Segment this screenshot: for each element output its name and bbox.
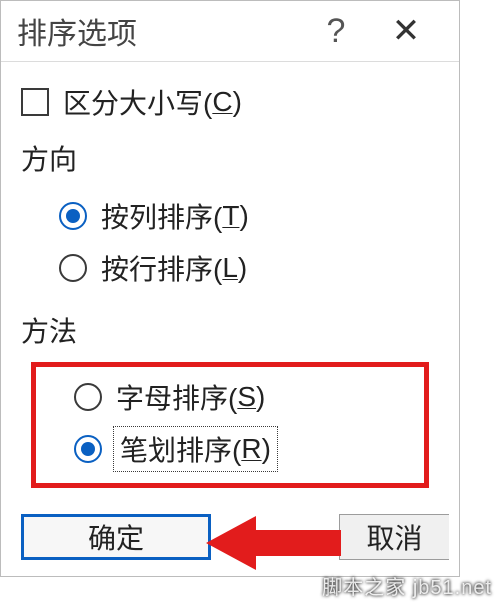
case-sensitive-checkbox[interactable]: 区分大小写(C) bbox=[21, 82, 439, 122]
method-option-alpha[interactable]: 字母排序(S) bbox=[36, 371, 424, 423]
checkbox-box-icon bbox=[21, 88, 49, 116]
radio-icon bbox=[74, 435, 102, 463]
titlebar: 排序选项 ? ✕ bbox=[1, 1, 459, 62]
radio-icon bbox=[59, 202, 87, 230]
direction-option-label: 按行排序(L) bbox=[101, 248, 247, 288]
case-sensitive-label: 区分大小写(C) bbox=[63, 82, 242, 122]
sort-options-dialog: 排序选项 ? ✕ 区分大小写(C) 方向 按列排序(T) 按行排序(L) 方法 bbox=[0, 0, 460, 577]
direction-option-row[interactable]: 按行排序(L) bbox=[21, 242, 439, 294]
annotation-arrow bbox=[211, 514, 339, 560]
ok-button-label: 确定 bbox=[88, 517, 144, 557]
cancel-button[interactable]: 取消 bbox=[339, 514, 449, 560]
cancel-button-label: 取消 bbox=[366, 517, 422, 557]
annotation-highlight: 字母排序(S) 笔划排序(R) bbox=[31, 362, 429, 488]
help-icon[interactable]: ? bbox=[301, 12, 371, 51]
dialog-title: 排序选项 bbox=[17, 9, 301, 53]
direction-option-label: 按列排序(T) bbox=[101, 196, 249, 236]
method-option-label: 字母排序(S) bbox=[116, 377, 265, 417]
method-option-label: 笔划排序(R) bbox=[116, 429, 275, 469]
ok-button[interactable]: 确定 bbox=[21, 514, 211, 560]
direction-section-title: 方向 bbox=[21, 138, 439, 178]
close-icon[interactable]: ✕ bbox=[371, 11, 441, 51]
watermark-text: 脚本之家 jb51.net bbox=[322, 571, 492, 600]
radio-icon bbox=[74, 383, 102, 411]
dialog-body: 区分大小写(C) 方向 按列排序(T) 按行排序(L) 方法 字母排序(S) bbox=[1, 62, 459, 498]
method-option-stroke[interactable]: 笔划排序(R) bbox=[36, 423, 424, 475]
method-section-title: 方法 bbox=[21, 310, 439, 350]
button-bar: 确定 取消 bbox=[1, 498, 459, 576]
radio-icon bbox=[59, 254, 87, 282]
direction-option-column[interactable]: 按列排序(T) bbox=[21, 190, 439, 242]
